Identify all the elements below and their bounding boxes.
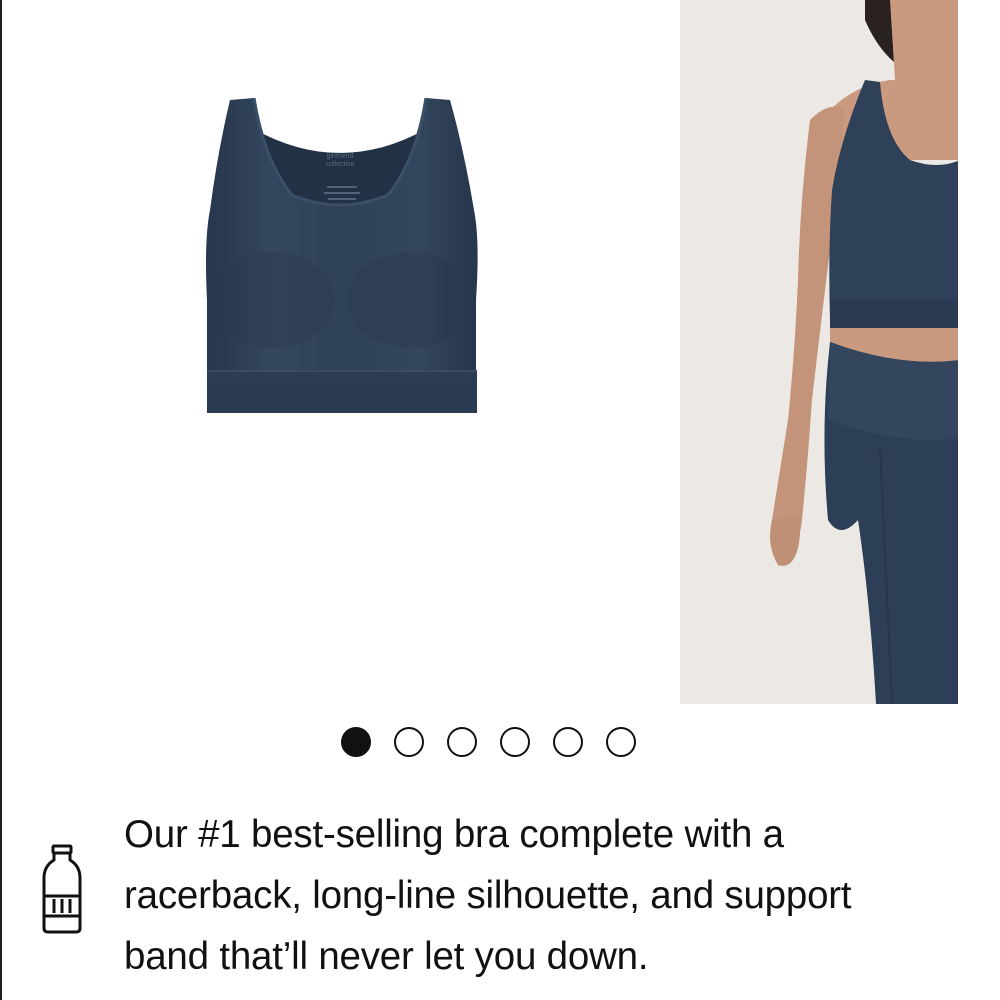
carousel-dot-2[interactable] xyxy=(394,727,424,757)
product-image-flat[interactable]: girlfriend collective xyxy=(2,0,678,704)
carousel-dot-3[interactable] xyxy=(447,727,477,757)
svg-text:collective: collective xyxy=(326,161,355,168)
model-wearing-set-image xyxy=(770,0,958,704)
carousel-dot-1[interactable] xyxy=(341,727,371,757)
carousel-dot-5[interactable] xyxy=(553,727,583,757)
water-bottle-icon xyxy=(42,844,82,934)
product-description: Our #1 best-selling bra complete with a … xyxy=(0,800,958,1000)
sports-bra-image: girlfriend collective xyxy=(206,97,478,413)
carousel-pagination xyxy=(341,727,636,757)
product-image-gallery[interactable]: girlfriend collective xyxy=(2,0,958,704)
carousel-dot-6[interactable] xyxy=(606,727,636,757)
brand-label-print: girlfriend xyxy=(327,153,354,160)
carousel-dot-4[interactable] xyxy=(500,727,530,757)
right-margin xyxy=(958,0,1000,1000)
description-text: Our #1 best-selling bra complete with a … xyxy=(124,813,852,978)
model-image[interactable] xyxy=(680,0,958,704)
